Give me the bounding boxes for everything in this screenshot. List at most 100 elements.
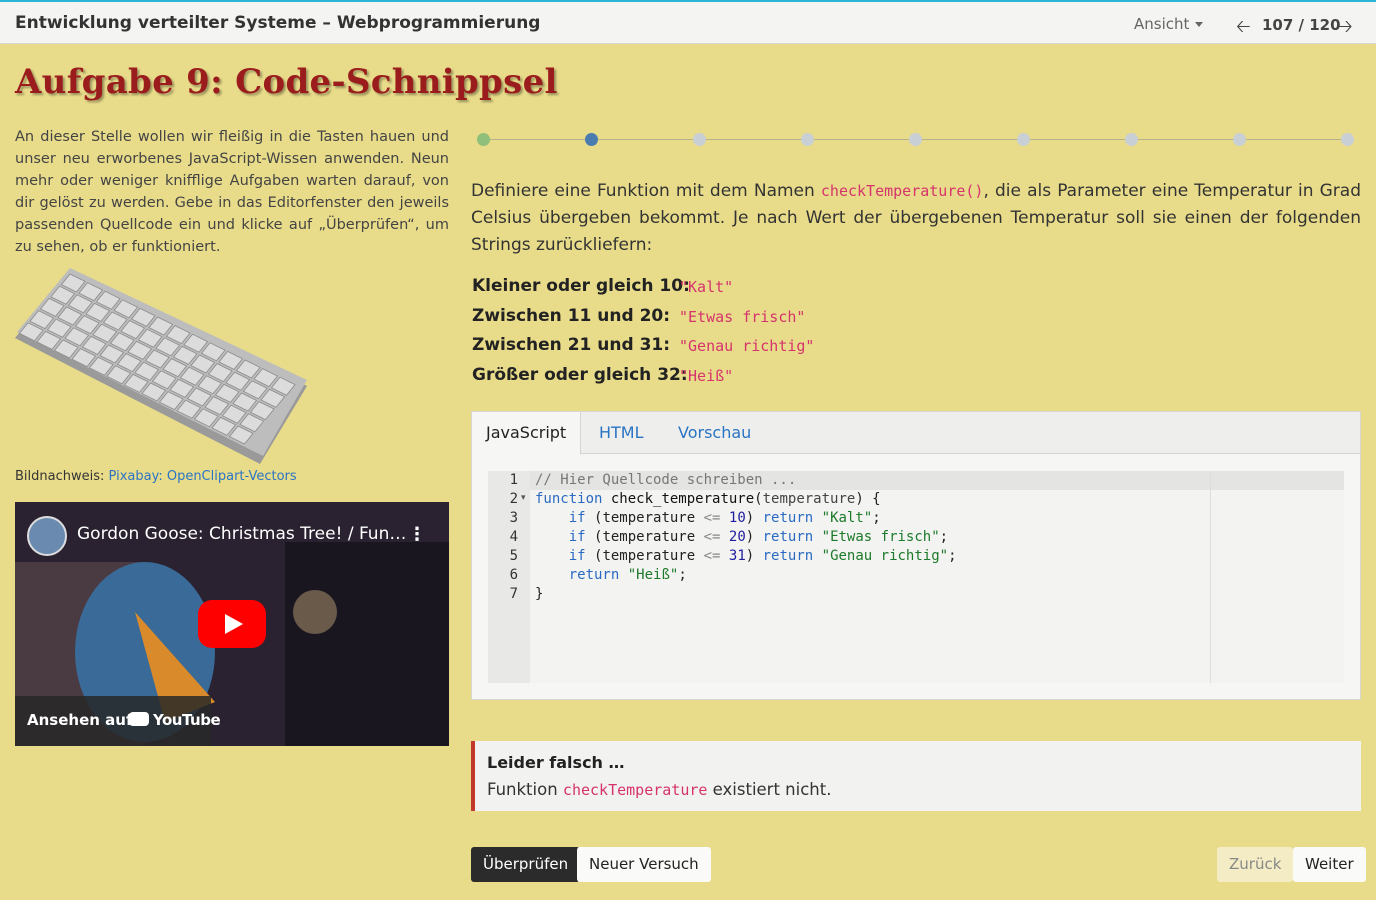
view-dropdown-label: Ansicht bbox=[1134, 15, 1190, 33]
rule-label: Zwischen 11 und 20: bbox=[472, 305, 671, 326]
back-button[interactable]: Zurück bbox=[1217, 847, 1294, 882]
rule-value: "Heiß" bbox=[679, 366, 734, 385]
code-token: (temperature bbox=[594, 510, 696, 526]
rule-value: "Kalt" bbox=[679, 278, 734, 296]
image-credit: Bildnachweis: Pixabay: OpenClipart-Vecto… bbox=[15, 469, 297, 484]
progress-step[interactable] bbox=[1017, 133, 1030, 146]
rule-value: "Genau richtig" bbox=[679, 337, 815, 355]
code-line: return "Heiß"; bbox=[568, 567, 687, 583]
progress-step[interactable] bbox=[477, 133, 490, 146]
code-line: // Hier Quellcode schreiben ... bbox=[535, 472, 796, 488]
code-token: return bbox=[762, 548, 814, 564]
check-button[interactable]: Überprüfen bbox=[471, 847, 581, 882]
error-feedback: Leider falsch … Funktion checkTemperatur… bbox=[471, 741, 1361, 811]
watch-on-youtube-button[interactable]: Ansehen auf YouTube bbox=[15, 696, 221, 746]
code-token: temperature bbox=[762, 491, 856, 507]
code-token: if bbox=[568, 510, 586, 526]
keyboard-image bbox=[15, 268, 307, 464]
feedback-text-2: existiert nicht. bbox=[707, 780, 832, 799]
line-number: 3 bbox=[509, 510, 518, 526]
rule-row: Größer oder gleich 32: "Heiß" bbox=[472, 361, 972, 391]
view-dropdown[interactable]: Ansicht bbox=[1134, 15, 1204, 33]
retry-button[interactable]: Neuer Versuch bbox=[577, 847, 711, 882]
channel-avatar[interactable] bbox=[27, 516, 67, 556]
credit-link[interactable]: Pixabay: OpenClipart-Vectors bbox=[109, 469, 297, 484]
code-token: 20 bbox=[728, 529, 746, 545]
progress-steps bbox=[477, 133, 1354, 147]
task-text-1: Definiere eine Funktion mit dem Namen bbox=[471, 181, 821, 201]
code-input[interactable]: 1 2 3 4 5 6 7 ▾ // Hier Quellcode schrei… bbox=[488, 471, 1344, 683]
more-vertical-icon[interactable]: ⋮ bbox=[408, 524, 426, 545]
code-token: ) { bbox=[855, 491, 881, 507]
progress-step[interactable] bbox=[1341, 133, 1354, 146]
task-function-name: checkTemperature() bbox=[820, 182, 984, 200]
code-token: check_temperature bbox=[610, 491, 755, 507]
progress-step[interactable] bbox=[1233, 133, 1246, 146]
code-token: return bbox=[568, 567, 620, 583]
credit-label: Bildnachweis: bbox=[15, 469, 105, 484]
rule-row: Kleiner oder gleich 10: "Kalt" bbox=[472, 272, 972, 302]
rules-list: Kleiner oder gleich 10: "Kalt" Zwischen 1… bbox=[472, 272, 972, 390]
intro-text: An dieser Stelle wollen wir fleißig in d… bbox=[15, 129, 449, 255]
rule-value: "Etwas frisch" bbox=[679, 307, 806, 326]
video-title[interactable]: Gordon Goose: Christmas Tree! / Fun… bbox=[77, 524, 406, 544]
code-line: if (temperature <= 31) return "Genau ric… bbox=[568, 548, 957, 564]
arrow-right-icon[interactable]: 🡢 bbox=[1338, 14, 1353, 44]
tab-preview[interactable]: Vorschau bbox=[664, 412, 765, 454]
progress-step[interactable] bbox=[1125, 133, 1138, 146]
progress-step[interactable] bbox=[801, 133, 814, 146]
code-token: <= bbox=[703, 529, 721, 545]
tab-javascript[interactable]: JavaScript bbox=[472, 412, 582, 455]
code-line: } bbox=[535, 586, 543, 602]
line-number: 1 bbox=[509, 472, 518, 488]
task-description: Definiere eine Funktion mit dem Namen ch… bbox=[471, 178, 1361, 259]
code-token: if bbox=[568, 529, 586, 545]
line-number: 2 bbox=[509, 491, 518, 507]
page-title: Aufgabe 9: Code-Schnippsel bbox=[15, 62, 558, 102]
code-token: return bbox=[762, 510, 814, 526]
code-token: 31 bbox=[728, 548, 746, 564]
progress-step[interactable] bbox=[909, 133, 922, 146]
code-token: 10 bbox=[728, 510, 746, 526]
code-line: function check_temperature(temperature) … bbox=[535, 491, 881, 507]
code-line: if (temperature <= 10) return "Kalt"; bbox=[568, 510, 881, 526]
code-editor-panel: JavaScript HTML Vorschau 1 2 3 4 5 6 7 ▾… bbox=[471, 411, 1361, 700]
next-button[interactable]: Weiter bbox=[1293, 847, 1366, 882]
progress-step[interactable] bbox=[585, 133, 598, 146]
code-token: (temperature bbox=[594, 548, 696, 564]
tab-html[interactable]: HTML bbox=[585, 412, 658, 454]
feedback-code: checkTemperature bbox=[562, 781, 708, 799]
watch-label: Ansehen auf bbox=[27, 711, 133, 729]
youtube-icon bbox=[129, 712, 149, 726]
code-token: return bbox=[762, 529, 814, 545]
code-line: if (temperature <= 20) return "Etwas fri… bbox=[568, 529, 949, 545]
top-bar: Entwicklung verteilter Systeme – Webprog… bbox=[0, 0, 1376, 44]
rule-label: Kleiner oder gleich 10: bbox=[472, 276, 690, 296]
code-token: <= bbox=[703, 548, 721, 564]
rule-label: Zwischen 21 und 31: bbox=[472, 335, 671, 355]
course-title: Entwicklung verteilter Systeme – Webprog… bbox=[15, 13, 541, 33]
code-token: "Genau richtig" bbox=[821, 548, 949, 564]
rule-row: Zwischen 11 und 20: "Etwas frisch" bbox=[472, 302, 972, 332]
arrow-left-icon[interactable]: 🡠 bbox=[1236, 14, 1251, 44]
code-token: <= bbox=[703, 510, 721, 526]
line-number: 7 bbox=[509, 586, 518, 602]
feedback-title: Leider falsch … bbox=[487, 753, 625, 772]
page-counter: 107 / 120 bbox=[1262, 16, 1341, 34]
video-embed[interactable]: Gordon Goose: Christmas Tree! / Fun… ⋮ A… bbox=[15, 502, 449, 746]
editor-tabs: JavaScript HTML Vorschau bbox=[472, 412, 1360, 455]
code-token: if bbox=[568, 548, 586, 564]
rule-label: Größer oder gleich 32: bbox=[472, 364, 688, 385]
chevron-down-icon bbox=[1195, 22, 1204, 27]
code-comment: // Hier Quellcode schreiben ... bbox=[535, 472, 797, 488]
feedback-text-1: Funktion bbox=[487, 780, 563, 799]
feedback-message: Funktion checkTemperature existiert nich… bbox=[487, 780, 831, 799]
code-token: } bbox=[535, 586, 544, 602]
line-number: 5 bbox=[509, 548, 518, 564]
progress-step[interactable] bbox=[693, 133, 706, 146]
line-number: 4 bbox=[509, 529, 518, 545]
fold-arrow-icon[interactable]: ▾ bbox=[521, 493, 526, 503]
play-button[interactable] bbox=[198, 600, 266, 648]
code-token: "Etwas frisch" bbox=[821, 529, 940, 545]
code-token: (temperature bbox=[594, 529, 696, 545]
